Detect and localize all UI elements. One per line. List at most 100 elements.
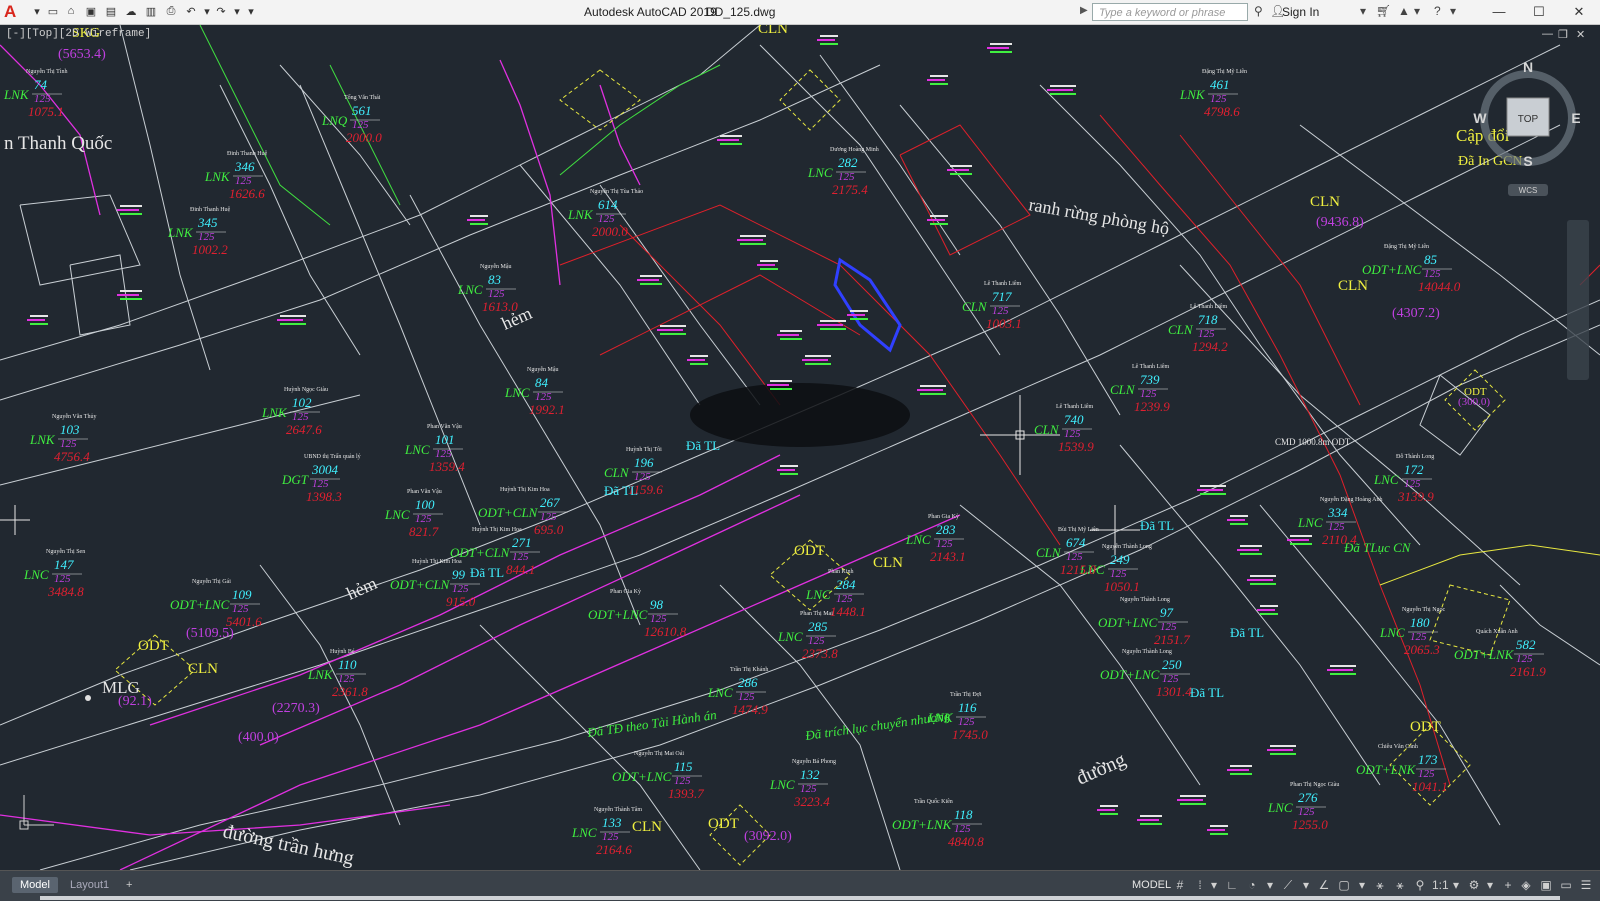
- parcel-label-group[interactable]: Huỳnh BéLNK1101252361.8: [307, 649, 368, 699]
- sign-in-link[interactable]: Sign In: [1282, 5, 1319, 19]
- drawing-canvas[interactable]: Nguyễn Thị Tình LNK 74 125 1075.1 Tống Văn Th…: [0, 25, 1600, 870]
- annotation-visibility-icon[interactable]: ⚹: [1372, 877, 1388, 893]
- chevron-down-icon[interactable]: ▾: [1298, 877, 1314, 893]
- compass-north[interactable]: N: [1523, 59, 1533, 75]
- parcel-label-group[interactable]: Đặng Thị Mỹ LiênODT+LNC8512514044.0: [1362, 243, 1461, 294]
- parcel-label-group[interactable]: Huỳnh Ngọc GiàuLNK1021252647.6: [261, 387, 328, 437]
- parcel-label-group[interactable]: Trần Thị KhánhLNC2861251474.9: [707, 666, 768, 717]
- parcel-label-group[interactable]: Nguyễn Bá PhongLNC1321253223.4: [769, 758, 836, 809]
- isolate-objects-icon[interactable]: ◈: [1518, 877, 1534, 893]
- parcel-label-group[interactable]: Lê Thanh LiêmCLN7391251239.9: [1110, 364, 1170, 414]
- parcel-label-group[interactable]: Phan Văn VậuLNC100125821.7: [384, 489, 443, 539]
- cad-drawing[interactable]: Nguyễn Thị TìnhLNK741251075.1 Tống Văn Th…: [0, 25, 1600, 870]
- plot-icon[interactable]: ⎙: [164, 4, 178, 18]
- selected-parcel[interactable]: [833, 257, 902, 353]
- plus-icon[interactable]: +: [1500, 877, 1516, 893]
- customize-toolbar-icon[interactable]: ▾: [244, 4, 258, 18]
- chevron-down-icon[interactable]: ▾: [1206, 877, 1222, 893]
- cart-icon[interactable]: 🛒︎: [1376, 4, 1391, 18]
- parcel-label-group[interactable]: Phan Gia KỳLNC2831252143.1: [905, 514, 966, 564]
- chevron-down-icon[interactable]: ▾: [1450, 4, 1456, 18]
- save-icon[interactable]: ▣: [84, 4, 98, 18]
- menu-dropdown-icon[interactable]: ▾: [30, 4, 44, 18]
- parcel-label-group[interactable]: Dương Hoàng MinhLNC2821252175.4: [807, 147, 879, 197]
- grid-icon[interactable]: #: [1172, 877, 1188, 893]
- object-snap-tracking-icon[interactable]: ∠: [1316, 877, 1332, 893]
- viewport-close-icon[interactable]: ✕: [1576, 28, 1585, 41]
- compass-east[interactable]: E: [1571, 110, 1580, 126]
- parcel-label-group[interactable]: Đặng Thị Mỹ LiênLNK4611254798.6: [1179, 68, 1247, 119]
- parcel-label-group[interactable]: Phan Gia KỳODT+LNC9812512610.8: [588, 589, 687, 639]
- chevron-down-icon[interactable]: ▾: [1354, 877, 1370, 893]
- hardware-acceleration-icon[interactable]: ▣: [1538, 877, 1554, 893]
- parcel-label-group[interactable]: Nguyễn Thị Mai OảiODT+LNC1151251393.7: [612, 750, 704, 801]
- chevron-down-icon[interactable]: ▾: [1360, 4, 1366, 18]
- auto-scale-icon[interactable]: ⚹: [1392, 877, 1408, 893]
- parcel-label-group[interactable]: Lê Thanh LiêmCLN7181251294.2: [1168, 304, 1228, 354]
- maximize-button[interactable]: ☐: [1524, 3, 1554, 21]
- object-snap-icon[interactable]: ▢: [1336, 877, 1352, 893]
- parcel-label-group[interactable]: Tống Văn TháiLNQ5611252000.0: [321, 94, 382, 145]
- parcel-label-group[interactable]: Nguyễn Thành LongODT+LNC971252151.7: [1098, 596, 1190, 647]
- minimize-button[interactable]: —: [1484, 3, 1514, 21]
- compass-west[interactable]: W: [1473, 110, 1487, 126]
- redo-dropdown-icon[interactable]: ▾: [230, 4, 244, 18]
- parcel-label-group[interactable]: Chiêu Văn CảnhODT+LNK1731251041.1: [1356, 744, 1448, 794]
- parcel-label-group[interactable]: Phan Thị Ngọc GiàuLNC2761251255.0: [1267, 782, 1339, 832]
- new-file-icon[interactable]: ▭: [46, 4, 60, 18]
- annotation-scale-icon[interactable]: ⚲: [1412, 877, 1428, 893]
- open-file-icon[interactable]: ⌂: [64, 4, 78, 18]
- undo-icon[interactable]: ↶: [184, 4, 198, 18]
- parcel-label-group[interactable]: Phan Văn VậuLNC1011251359.4: [404, 424, 465, 474]
- parcel-label-group[interactable]: Nguyễn MậuLNC831251613.0: [457, 263, 518, 314]
- undo-dropdown-icon[interactable]: ▾: [200, 4, 214, 18]
- autocad-logo-icon[interactable]: A: [4, 2, 24, 22]
- redo-icon[interactable]: ↷: [214, 4, 228, 18]
- chevron-down-icon[interactable]: ▾: [1448, 877, 1464, 893]
- cloud-save-icon[interactable]: ☁: [124, 4, 138, 18]
- close-button[interactable]: ✕: [1564, 3, 1594, 21]
- tab-model[interactable]: Model: [12, 877, 58, 893]
- parcel-label-group[interactable]: Trần Quốc KiênODT+LNK1181254840.8: [892, 798, 984, 849]
- chevron-down-icon[interactable]: ▾: [1414, 4, 1420, 18]
- tab-layout1[interactable]: Layout1: [62, 877, 117, 893]
- model-space-toggle[interactable]: MODEL: [1132, 879, 1171, 891]
- parcel-label-group[interactable]: Nguyễn Thành LongODT+LNC2501251301.4: [1100, 648, 1192, 699]
- horizontal-scrollbar[interactable]: [40, 896, 1560, 900]
- parcel-label-group[interactable]: Nguyễn Thị NgọcLNC1801252065.3: [1379, 606, 1446, 657]
- isodraft-icon[interactable]: ⟋: [1280, 877, 1296, 893]
- parcel-label-group[interactable]: Đinh Thanh HuệLNK3461251626.6: [204, 151, 268, 201]
- clean-screen-icon[interactable]: ▭: [1558, 877, 1574, 893]
- parcel-label-group[interactable]: Nguyễn Văn ThủyLNK1031254756.4: [29, 413, 96, 464]
- parcel-label-group[interactable]: Nguyễn Thị SenLNC1471253484.8: [23, 548, 85, 599]
- parcel-label-group[interactable]: Bùi Thị Mỹ LiênCLN6741251215.0: [1036, 526, 1099, 577]
- parcel-label-group[interactable]: Nguyễn Thị TìnhLNK741251075.1: [3, 68, 67, 119]
- viewport-restore-icon[interactable]: ❐: [1558, 28, 1568, 41]
- parcel-label-group[interactable]: Lê Thanh LiêmCLN7171251003.1: [962, 281, 1022, 331]
- parcel-label-group[interactable]: Huỳnh Thị Kim HoaODT+CLN99125915.0: [390, 559, 480, 609]
- parcel-label-group[interactable]: UBND thị Trấn quản lýDGT30041251398.3: [281, 453, 361, 504]
- polar-icon[interactable]: ◔: [1244, 877, 1260, 893]
- parcel-label-group[interactable]: Nguyễn Thị GáiODT+LNC1091255401.6: [170, 578, 262, 629]
- search-input[interactable]: Type a keyword or phrase: [1092, 3, 1248, 21]
- save-as-icon[interactable]: ▤: [104, 4, 118, 18]
- viewport-controls[interactable]: [-][Top][2D Wireframe]: [6, 28, 151, 40]
- ortho-icon[interactable]: ∟: [1224, 877, 1240, 893]
- search-expand-icon[interactable]: ▶: [1080, 5, 1090, 19]
- gear-icon[interactable]: ⚙: [1466, 877, 1482, 893]
- help-icon[interactable]: ?: [1434, 4, 1441, 18]
- publish-icon[interactable]: ▥: [144, 4, 158, 18]
- add-layout-button[interactable]: +: [118, 877, 140, 893]
- parcel-label-group[interactable]: Nguyễn Thị Tùa ThảoLNK6141252000.0: [567, 188, 643, 239]
- parcel-label-group[interactable]: Quách Xuân AnhODT+LNK5821252161.9: [1454, 629, 1546, 679]
- parcel-label-group[interactable]: Nguyễn MậuLNC841251992.1: [504, 366, 565, 417]
- scale-label[interactable]: 1:1: [1432, 877, 1449, 893]
- chevron-down-icon[interactable]: ▾: [1482, 877, 1498, 893]
- binoculars-icon[interactable]: ⚲: [1254, 4, 1263, 18]
- viewcube[interactable]: TOP N S E W WCS: [1460, 58, 1580, 198]
- customize-menu-icon[interactable]: ☰: [1578, 877, 1594, 893]
- viewport-minimize-icon[interactable]: —: [1542, 28, 1553, 40]
- a360-icon[interactable]: ▲: [1398, 4, 1410, 18]
- parcel-label-group[interactable]: Đinh Thanh HuệLNK3451251002.2: [167, 207, 231, 257]
- compass-south[interactable]: S: [1523, 153, 1532, 169]
